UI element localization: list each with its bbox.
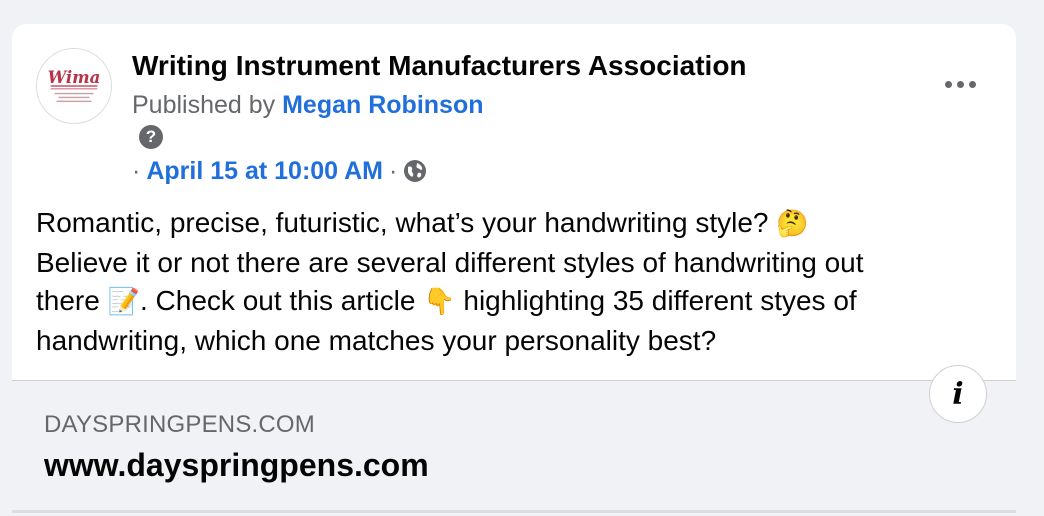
link-preview-domain: DAYSPRINGPENS.COM xyxy=(44,411,315,438)
info-icon[interactable]: i xyxy=(929,365,987,423)
globe-icon[interactable] xyxy=(403,159,427,183)
thinking-face-icon: 🤔 xyxy=(776,209,809,239)
more-dot xyxy=(956,80,964,88)
divider xyxy=(12,510,1016,513)
post-text-span: there xyxy=(36,285,108,316)
page-avatar[interactable]: Wima xyxy=(36,48,112,124)
avatar-logo-text: Wima xyxy=(48,67,101,87)
post-text-line: Romantic, precise, futuristic, what’s yo… xyxy=(36,204,996,244)
post-meta: · April 15 at 10:00 AM · xyxy=(132,156,427,186)
published-by-label: Published by xyxy=(132,91,283,119)
post-text-line: handwriting, which one matches your pers… xyxy=(36,324,717,356)
published-by-line: Published by Megan Robinson xyxy=(132,91,484,120)
post-text-span: Romantic, precise, futuristic, what’s yo… xyxy=(36,207,777,238)
post-body-text: Romantic, precise, futuristic, what’s yo… xyxy=(36,204,996,360)
post-text-line: there 📝. Check out this article 👇 highli… xyxy=(36,282,996,322)
more-options-button[interactable] xyxy=(936,68,984,100)
pointing-down-icon: 👇 xyxy=(423,287,456,317)
post-text-line: Believe it or not there are several diff… xyxy=(36,246,864,278)
wima-logo: Wima xyxy=(37,49,111,123)
post-text-span: . Check out this article xyxy=(139,285,424,316)
post-text-span: highlighting 35 different styes of xyxy=(455,285,857,316)
separator-dot: · xyxy=(389,156,398,185)
separator-dot: · xyxy=(132,156,141,185)
post-card: Wima Writing Instrument Manufacturers As… xyxy=(12,24,1016,516)
memo-icon: 📝 xyxy=(107,287,140,317)
author-link[interactable]: Megan Robinson xyxy=(282,91,483,119)
link-preview[interactable]: DAYSPRINGPENS.COM www.dayspringpens.com xyxy=(12,380,1016,516)
more-dot xyxy=(944,80,952,88)
post-timestamp-link[interactable]: April 15 at 10:00 AM xyxy=(146,157,383,186)
page-name-link[interactable]: Writing Instrument Manufacturers Associa… xyxy=(132,50,747,82)
link-preview-title[interactable]: www.dayspringpens.com xyxy=(44,447,429,484)
question-icon[interactable]: ? xyxy=(139,125,163,149)
more-dot xyxy=(968,80,976,88)
